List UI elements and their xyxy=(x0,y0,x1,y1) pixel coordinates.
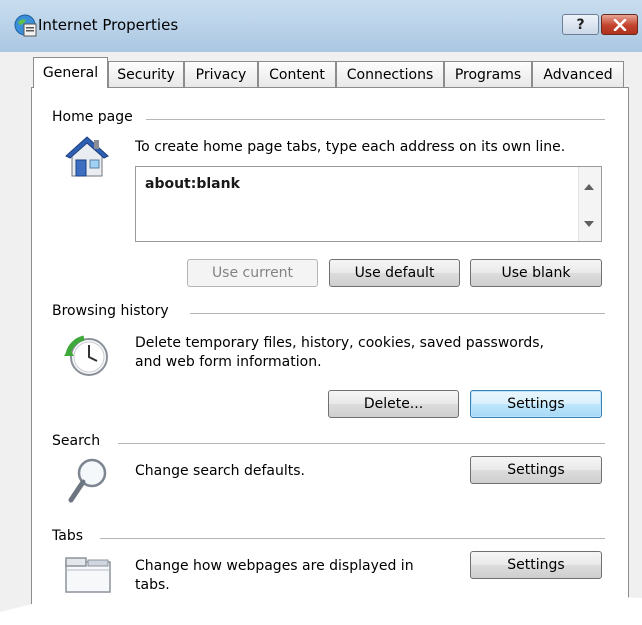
tab-privacy-label: Privacy xyxy=(195,66,247,83)
torn-edge-decoration xyxy=(0,592,642,625)
address-scrollbar[interactable] xyxy=(578,167,601,241)
tab-security[interactable]: Security xyxy=(108,61,184,87)
search-settings-button[interactable]: Settings xyxy=(470,456,602,484)
help-button[interactable]: ? xyxy=(562,14,599,35)
tabs-settings-button[interactable]: Settings xyxy=(470,551,602,579)
tab-connections-label: Connections xyxy=(346,66,434,83)
internet-properties-dialog: Internet Properties ? General Security P… xyxy=(0,0,642,625)
tabs-settings-label: Settings xyxy=(507,557,565,573)
close-button[interactable] xyxy=(601,14,638,35)
tabs-description-line1: Change how webpages are displayed in xyxy=(135,558,414,574)
delete-history-label: Delete... xyxy=(363,396,424,412)
internet-options-icon xyxy=(14,14,37,37)
search-description: Change search defaults. xyxy=(135,463,306,479)
scroll-up-arrow-icon[interactable] xyxy=(584,184,594,190)
home-page-address-field[interactable]: about:blank xyxy=(135,166,602,242)
home-page-section-label: Home page xyxy=(52,109,141,125)
tab-advanced-label: Advanced xyxy=(543,66,613,83)
browsing-history-section-label: Browsing history xyxy=(52,303,177,319)
search-settings-label: Settings xyxy=(507,462,565,478)
use-default-label: Use default xyxy=(354,265,435,281)
browsing-history-description-line2: and web form information. xyxy=(135,354,322,370)
tab-content-label: Content xyxy=(269,66,325,83)
tab-general[interactable]: General xyxy=(33,57,108,88)
help-label: ? xyxy=(576,16,585,33)
browsing-history-divider xyxy=(190,313,605,314)
use-current-label: Use current xyxy=(211,265,294,281)
window-title: Internet Properties xyxy=(38,16,179,34)
tab-privacy[interactable]: Privacy xyxy=(184,61,258,87)
tab-security-label: Security xyxy=(117,66,175,83)
home-page-address-value: about:blank xyxy=(145,176,240,192)
use-default-button[interactable]: Use default xyxy=(329,259,460,287)
house-icon xyxy=(65,136,109,177)
home-page-divider xyxy=(146,119,605,120)
scroll-down-arrow-icon[interactable] xyxy=(584,221,594,227)
tab-connections[interactable]: Connections xyxy=(336,61,444,87)
tab-programs-label: Programs xyxy=(454,66,522,83)
use-current-button[interactable]: Use current xyxy=(187,259,318,287)
use-blank-button[interactable]: Use blank xyxy=(470,259,602,287)
delete-history-button[interactable]: Delete... xyxy=(328,390,459,418)
tab-advanced[interactable]: Advanced xyxy=(532,61,624,87)
tabs-divider xyxy=(100,538,605,539)
tabs-section-label: Tabs xyxy=(52,528,91,544)
history-settings-label: Settings xyxy=(507,396,565,412)
search-section-label: Search xyxy=(52,433,109,449)
use-blank-label: Use blank xyxy=(501,265,571,281)
history-settings-button[interactable]: Settings xyxy=(470,390,602,418)
close-icon xyxy=(613,18,626,31)
tab-programs[interactable]: Programs xyxy=(444,61,532,87)
tab-content[interactable]: Content xyxy=(258,61,336,87)
search-divider xyxy=(118,443,605,444)
browsing-history-description-line1: Delete temporary files, history, cookies… xyxy=(135,335,544,351)
magnifier-icon xyxy=(68,458,107,503)
tab-general-label: General xyxy=(42,65,99,81)
history-clock-icon xyxy=(64,335,108,376)
title-bar[interactable]: Internet Properties ? xyxy=(0,0,642,52)
home-page-description: To create home page tabs, type each addr… xyxy=(135,139,566,155)
